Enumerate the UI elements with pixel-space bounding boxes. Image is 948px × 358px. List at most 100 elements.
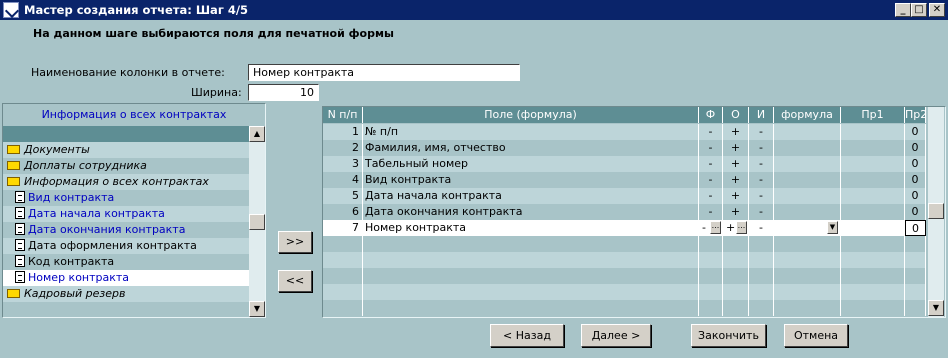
cancel-button[interactable]: Отмена <box>784 324 848 347</box>
grid-scrollbar[interactable]: ▼ <box>928 107 944 317</box>
cell-pr1 <box>841 124 905 140</box>
cell-o[interactable]: +... <box>723 220 749 236</box>
tree-item-documents[interactable]: Документы <box>3 142 249 158</box>
tree-item-contract-end[interactable]: Дата окончания контракта <box>3 222 249 238</box>
cell-i <box>749 268 774 284</box>
cell-field[interactable]: Номер контракта <box>363 220 699 236</box>
col-header-pr1[interactable]: Пр1 <box>841 107 905 123</box>
cell-formula <box>774 236 841 252</box>
tree-item-personnel-reserve[interactable]: Кадровый резерв <box>3 286 249 302</box>
cell-o: + <box>723 156 749 172</box>
col-header-n[interactable]: N п/п <box>323 107 363 123</box>
tree-scroll-thumb[interactable] <box>249 214 265 230</box>
back-button[interactable]: < Назад <box>490 324 564 347</box>
scroll-up-icon[interactable]: ▲ <box>249 126 265 142</box>
cell-n[interactable]: 7 <box>323 220 363 236</box>
cell-o <box>723 236 749 252</box>
col-header-formula[interactable]: формула <box>774 107 841 123</box>
add-field-button[interactable]: >> <box>278 231 312 253</box>
cell-n: 4 <box>323 172 363 188</box>
close-button[interactable]: ✕ <box>929 3 945 17</box>
column-name-label: Наименование колонки в отчете: <box>31 66 225 79</box>
tree-item-contract-code[interactable]: Код контракта <box>3 254 249 270</box>
table-row[interactable]: 7 Номер контракта -... +... - ▼ 0 <box>323 220 926 236</box>
ellipsis-button[interactable]: ... <box>710 221 721 234</box>
cell-field <box>363 300 699 316</box>
cell-pr1 <box>841 268 905 284</box>
cell-formula <box>774 172 841 188</box>
table-row[interactable]: 1 № п/п - + -0 <box>323 124 926 140</box>
document-icon <box>15 255 25 267</box>
cell-pr1 <box>841 236 905 252</box>
cell-formula <box>774 300 841 316</box>
cell-n: 5 <box>323 188 363 204</box>
scroll-down-icon[interactable]: ▼ <box>249 301 265 317</box>
cell-formula <box>774 124 841 140</box>
cell-o <box>723 252 749 268</box>
column-name-input[interactable]: Номер контракта <box>248 64 520 81</box>
cell-f <box>699 236 723 252</box>
ellipsis-button[interactable]: ... <box>736 221 747 234</box>
tree-item-contracts-info[interactable]: Информация о всех контрактах <box>3 174 249 190</box>
window-title: Мастер создания отчета: Шаг 4/5 <box>24 3 249 17</box>
next-button[interactable]: Далее > <box>581 324 651 347</box>
folder-open-icon <box>7 176 20 186</box>
grid-header: N п/п Поле (формула) Ф О И формула Пр1 П… <box>323 107 926 124</box>
cell-pr2: 0 <box>905 188 926 204</box>
cell-pr2 <box>905 284 926 300</box>
cell-pr1 <box>841 140 905 156</box>
cell-n <box>323 300 363 316</box>
minimize-button[interactable]: _ <box>895 3 911 17</box>
cell-formula <box>774 284 841 300</box>
table-row[interactable]: 5 Дата начала контракта - + -0 <box>323 188 926 204</box>
cell-f: - <box>699 156 723 172</box>
cell-value: + <box>726 221 736 234</box>
finish-button[interactable]: Закончить <box>691 324 766 347</box>
tree-item-contract-registration[interactable]: Дата оформления контракта <box>3 238 249 254</box>
step-description-text: На данном шаге выбираются поля для печат… <box>33 27 394 40</box>
tree-item-contract-number[interactable]: Номер контракта <box>3 270 249 286</box>
cell-field <box>363 252 699 268</box>
tree-item-contract-type[interactable]: Вид контракта <box>3 190 249 206</box>
dropdown-arrow-icon[interactable]: ▼ <box>827 221 838 234</box>
table-row[interactable]: 3 Табельный номер - + -0 <box>323 156 926 172</box>
cell-f <box>699 268 723 284</box>
cell-n <box>323 252 363 268</box>
col-header-o[interactable]: О <box>723 107 749 123</box>
cell-f <box>699 300 723 316</box>
cell-formula[interactable]: ▼ <box>774 220 841 236</box>
cell-pr1 <box>841 188 905 204</box>
tree-scrollbar[interactable]: ▲ ▼ <box>249 126 265 317</box>
grid-scroll-thumb[interactable] <box>928 203 944 219</box>
col-header-i[interactable]: И <box>749 107 774 123</box>
cell-formula <box>774 140 841 156</box>
cell-field: Табельный номер <box>363 156 699 172</box>
remove-field-button[interactable]: << <box>278 270 312 292</box>
table-row[interactable]: 4 Вид контракта - + -0 <box>323 172 926 188</box>
col-header-field[interactable]: Поле (формула) <box>363 107 699 123</box>
cell-f[interactable]: -... <box>699 220 723 236</box>
cell-i <box>749 284 774 300</box>
title-bar: Мастер создания отчета: Шаг 4/5 _ □ ✕ <box>0 0 948 20</box>
cell-i: - <box>749 124 774 140</box>
table-row-empty <box>323 268 926 284</box>
cell-formula <box>774 268 841 284</box>
cell-field: Вид контракта <box>363 172 699 188</box>
cell-field: Дата окончания контракта <box>363 204 699 220</box>
tree-item-payments[interactable]: Доплаты сотрудника <box>3 158 249 174</box>
width-input[interactable]: 10 <box>248 84 319 101</box>
maximize-button[interactable]: □ <box>911 3 927 17</box>
cell-n: 3 <box>323 156 363 172</box>
cell-o: + <box>723 188 749 204</box>
cell-pr1 <box>841 300 905 316</box>
table-row[interactable]: 6 Дата окончания контракта - + -0 <box>323 204 926 220</box>
document-icon <box>15 239 25 251</box>
cell-i[interactable]: - <box>749 220 774 236</box>
col-header-pr2[interactable]: Пр2 <box>905 107 926 123</box>
grid-scroll-down-icon[interactable]: ▼ <box>928 300 944 316</box>
table-row[interactable]: 2 Фамилия, имя, отчество - + -0 <box>323 140 926 156</box>
cell-pr1[interactable] <box>841 220 905 236</box>
tree-item-contract-start[interactable]: Дата начала контракта <box>3 206 249 222</box>
cell-pr2[interactable]: 0 <box>905 220 926 236</box>
col-header-f[interactable]: Ф <box>699 107 723 123</box>
